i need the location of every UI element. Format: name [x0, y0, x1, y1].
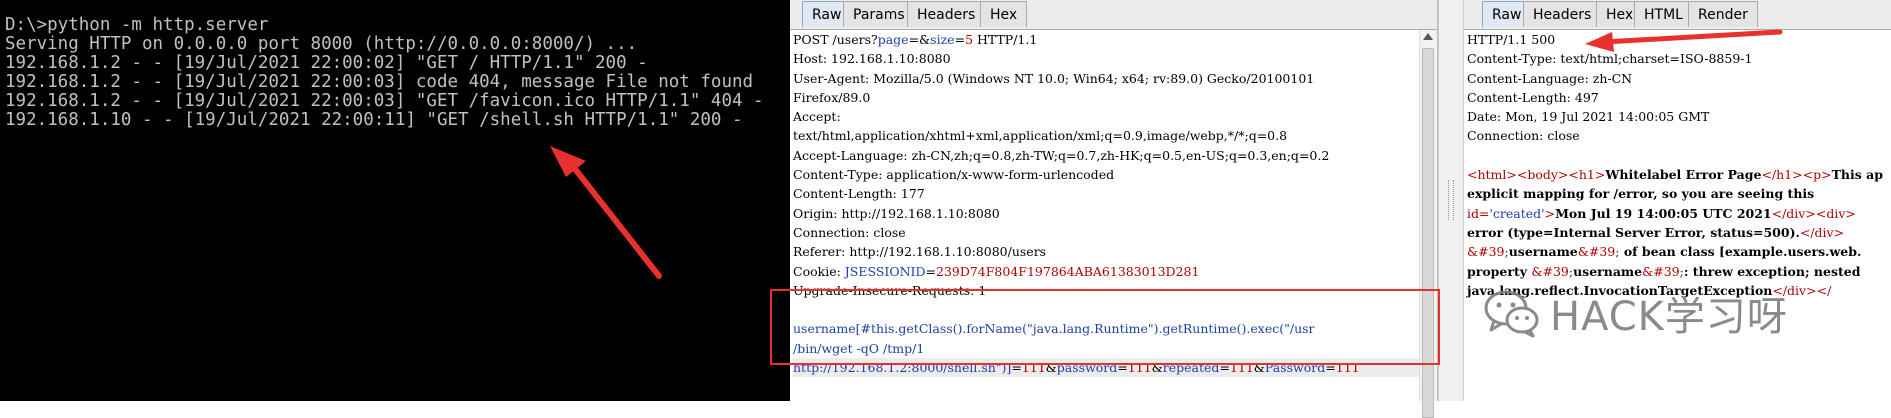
code-text: HTTP/1.1 [973, 32, 1038, 47]
html-tag: > [1544, 205, 1556, 221]
body-text: of bean class [example.users.web. [1619, 244, 1862, 260]
code-text: =& [908, 32, 931, 47]
body-line: id='created'>Mon Jul 19 14:00:05 UTC 202… [1467, 204, 1891, 223]
html-tag: </h1><p> [1761, 167, 1832, 183]
header-line: Content-Type: application/x-www-form-url… [793, 167, 1115, 183]
header-line: Content-Length: 497 [1467, 89, 1599, 105]
body-text: property [1467, 263, 1532, 279]
code-text: = [954, 32, 966, 47]
html-entity: &#39; [1642, 263, 1684, 279]
watermark-text: HACK学习呀 [1550, 294, 1788, 340]
body-line: property &#39;username&#39;: threw excep… [1467, 262, 1891, 281]
response-tab-render[interactable]: Render [1688, 1, 1758, 27]
header-line: Firefox/89.0 [793, 89, 871, 105]
param-name: size [930, 32, 955, 47]
terminal-line: Serving HTTP on 0.0.0.0 port 8000 (http:… [5, 34, 638, 54]
body-text: username [1508, 244, 1578, 260]
request-tab-headers[interactable]: Headers [907, 1, 986, 27]
response-editor[interactable]: HTTP/1.1 500 Content-Type: text/html;cha… [1464, 30, 1891, 401]
body-line: &#39;username&#39; of bean class [exampl… [1467, 242, 1891, 261]
header-line: Referer: http://192.168.1.10:8080/users [793, 244, 1047, 260]
request-line: POST /users?page=&size=5 HTTP/1.1 [793, 30, 1419, 49]
terminal-line: 192.168.1.2 - - [19/Jul/2021 22:00:03] "… [5, 91, 764, 111]
watermark: HACK学习呀 [1484, 283, 1788, 343]
header-line: Date: Mon, 19 Jul 2021 14:00:05 GMT [1467, 109, 1710, 125]
header-line: Accept: [793, 109, 841, 125]
html-tag: <html><body><h1> [1467, 167, 1606, 183]
html-attr: id= [1467, 205, 1490, 221]
header-line: Host: 192.168.1.10:8080 [793, 51, 951, 67]
grip-icon[interactable] [1448, 180, 1454, 220]
header-line: User-Agent: Mozilla/5.0 (Windows NT 10.0… [793, 70, 1315, 86]
response-tab-html[interactable]: HTML [1634, 1, 1693, 27]
html-entity: &#39; [1577, 244, 1620, 260]
body-text: Mon Jul 19 14:00:05 UTC 2021 [1555, 205, 1772, 221]
scroll-up-icon[interactable] [1423, 33, 1433, 40]
html-entity: &#39; [1531, 263, 1574, 279]
code-text: = [925, 263, 936, 279]
body-line: explicit mapping for /error, so you are … [1467, 186, 1815, 202]
body-text: This ap [1831, 167, 1883, 183]
header-line: Content-Type: text/html;charset=ISO-8859… [1467, 51, 1753, 67]
status-line: HTTP/1.1 500 [1467, 32, 1556, 47]
header-line: Connection: close [793, 224, 906, 240]
cookie-value: 239D74F804F197864ABA61383013D281 [935, 263, 1200, 279]
param-value: 5 [965, 32, 974, 47]
request-tab-hex[interactable]: Hex [980, 1, 1028, 27]
header-line: text/html,application/xhtml+xml,applicat… [793, 128, 1288, 144]
header-line: Content-Length: 177 [793, 186, 925, 202]
html-tag: </div><div> [1771, 205, 1856, 221]
html-entity: &#39; [1467, 244, 1509, 260]
param-name: page [877, 32, 909, 47]
highlight-box [770, 289, 1440, 365]
header-line: Origin: http://192.168.1.10:8080 [793, 205, 1000, 221]
terminal-line: 192.168.1.10 - - [19/Jul/2021 22:00:11] … [5, 110, 743, 130]
html-attr-value: 'created' [1489, 205, 1545, 221]
header-line: Accept-Language: zh-CN,zh;q=0.8,zh-TW;q=… [793, 147, 1330, 163]
terminal-line: 192.168.1.2 - - [19/Jul/2021 22:00:03] c… [5, 72, 754, 92]
header-line: Connection: close [1467, 128, 1580, 144]
header-line: Content-Language: zh-CN [1467, 70, 1633, 86]
split-divider[interactable] [1438, 0, 1464, 401]
body-text: username [1573, 263, 1643, 279]
code-text: POST /users? [793, 32, 878, 47]
body-text: error (type=Internal Server Error, statu… [1467, 224, 1800, 240]
terminal-window: D:\>python -m http.server Serving HTTP o… [0, 0, 790, 401]
body-line: <html><body><h1>Whitelabel Error Page</h… [1467, 165, 1891, 184]
body-line: error (type=Internal Server Error, statu… [1467, 223, 1891, 242]
request-tab-params[interactable]: Params [843, 1, 915, 27]
terminal-line: D:\>python -m http.server [5, 15, 269, 35]
html-tag: </div> [1799, 224, 1845, 240]
code-text: Cookie: [793, 263, 845, 279]
body-text: : threw exception; nested [1683, 263, 1861, 279]
response-tabbar: Raw Headers Hex HTML Render [1464, 0, 1891, 30]
cookie-key: JSESSIONID [844, 263, 926, 279]
wechat-icon [1484, 290, 1539, 338]
cookie-line: Cookie: JSESSIONID=239D74F804F197864ABA6… [793, 262, 1419, 281]
request-tabbar: Raw Params Headers Hex [790, 0, 1437, 30]
terminal-line: 192.168.1.2 - - [19/Jul/2021 22:00:02] "… [5, 53, 648, 73]
response-tab-headers[interactable]: Headers [1523, 1, 1602, 27]
body-text: Whitelabel Error Page [1605, 167, 1762, 183]
